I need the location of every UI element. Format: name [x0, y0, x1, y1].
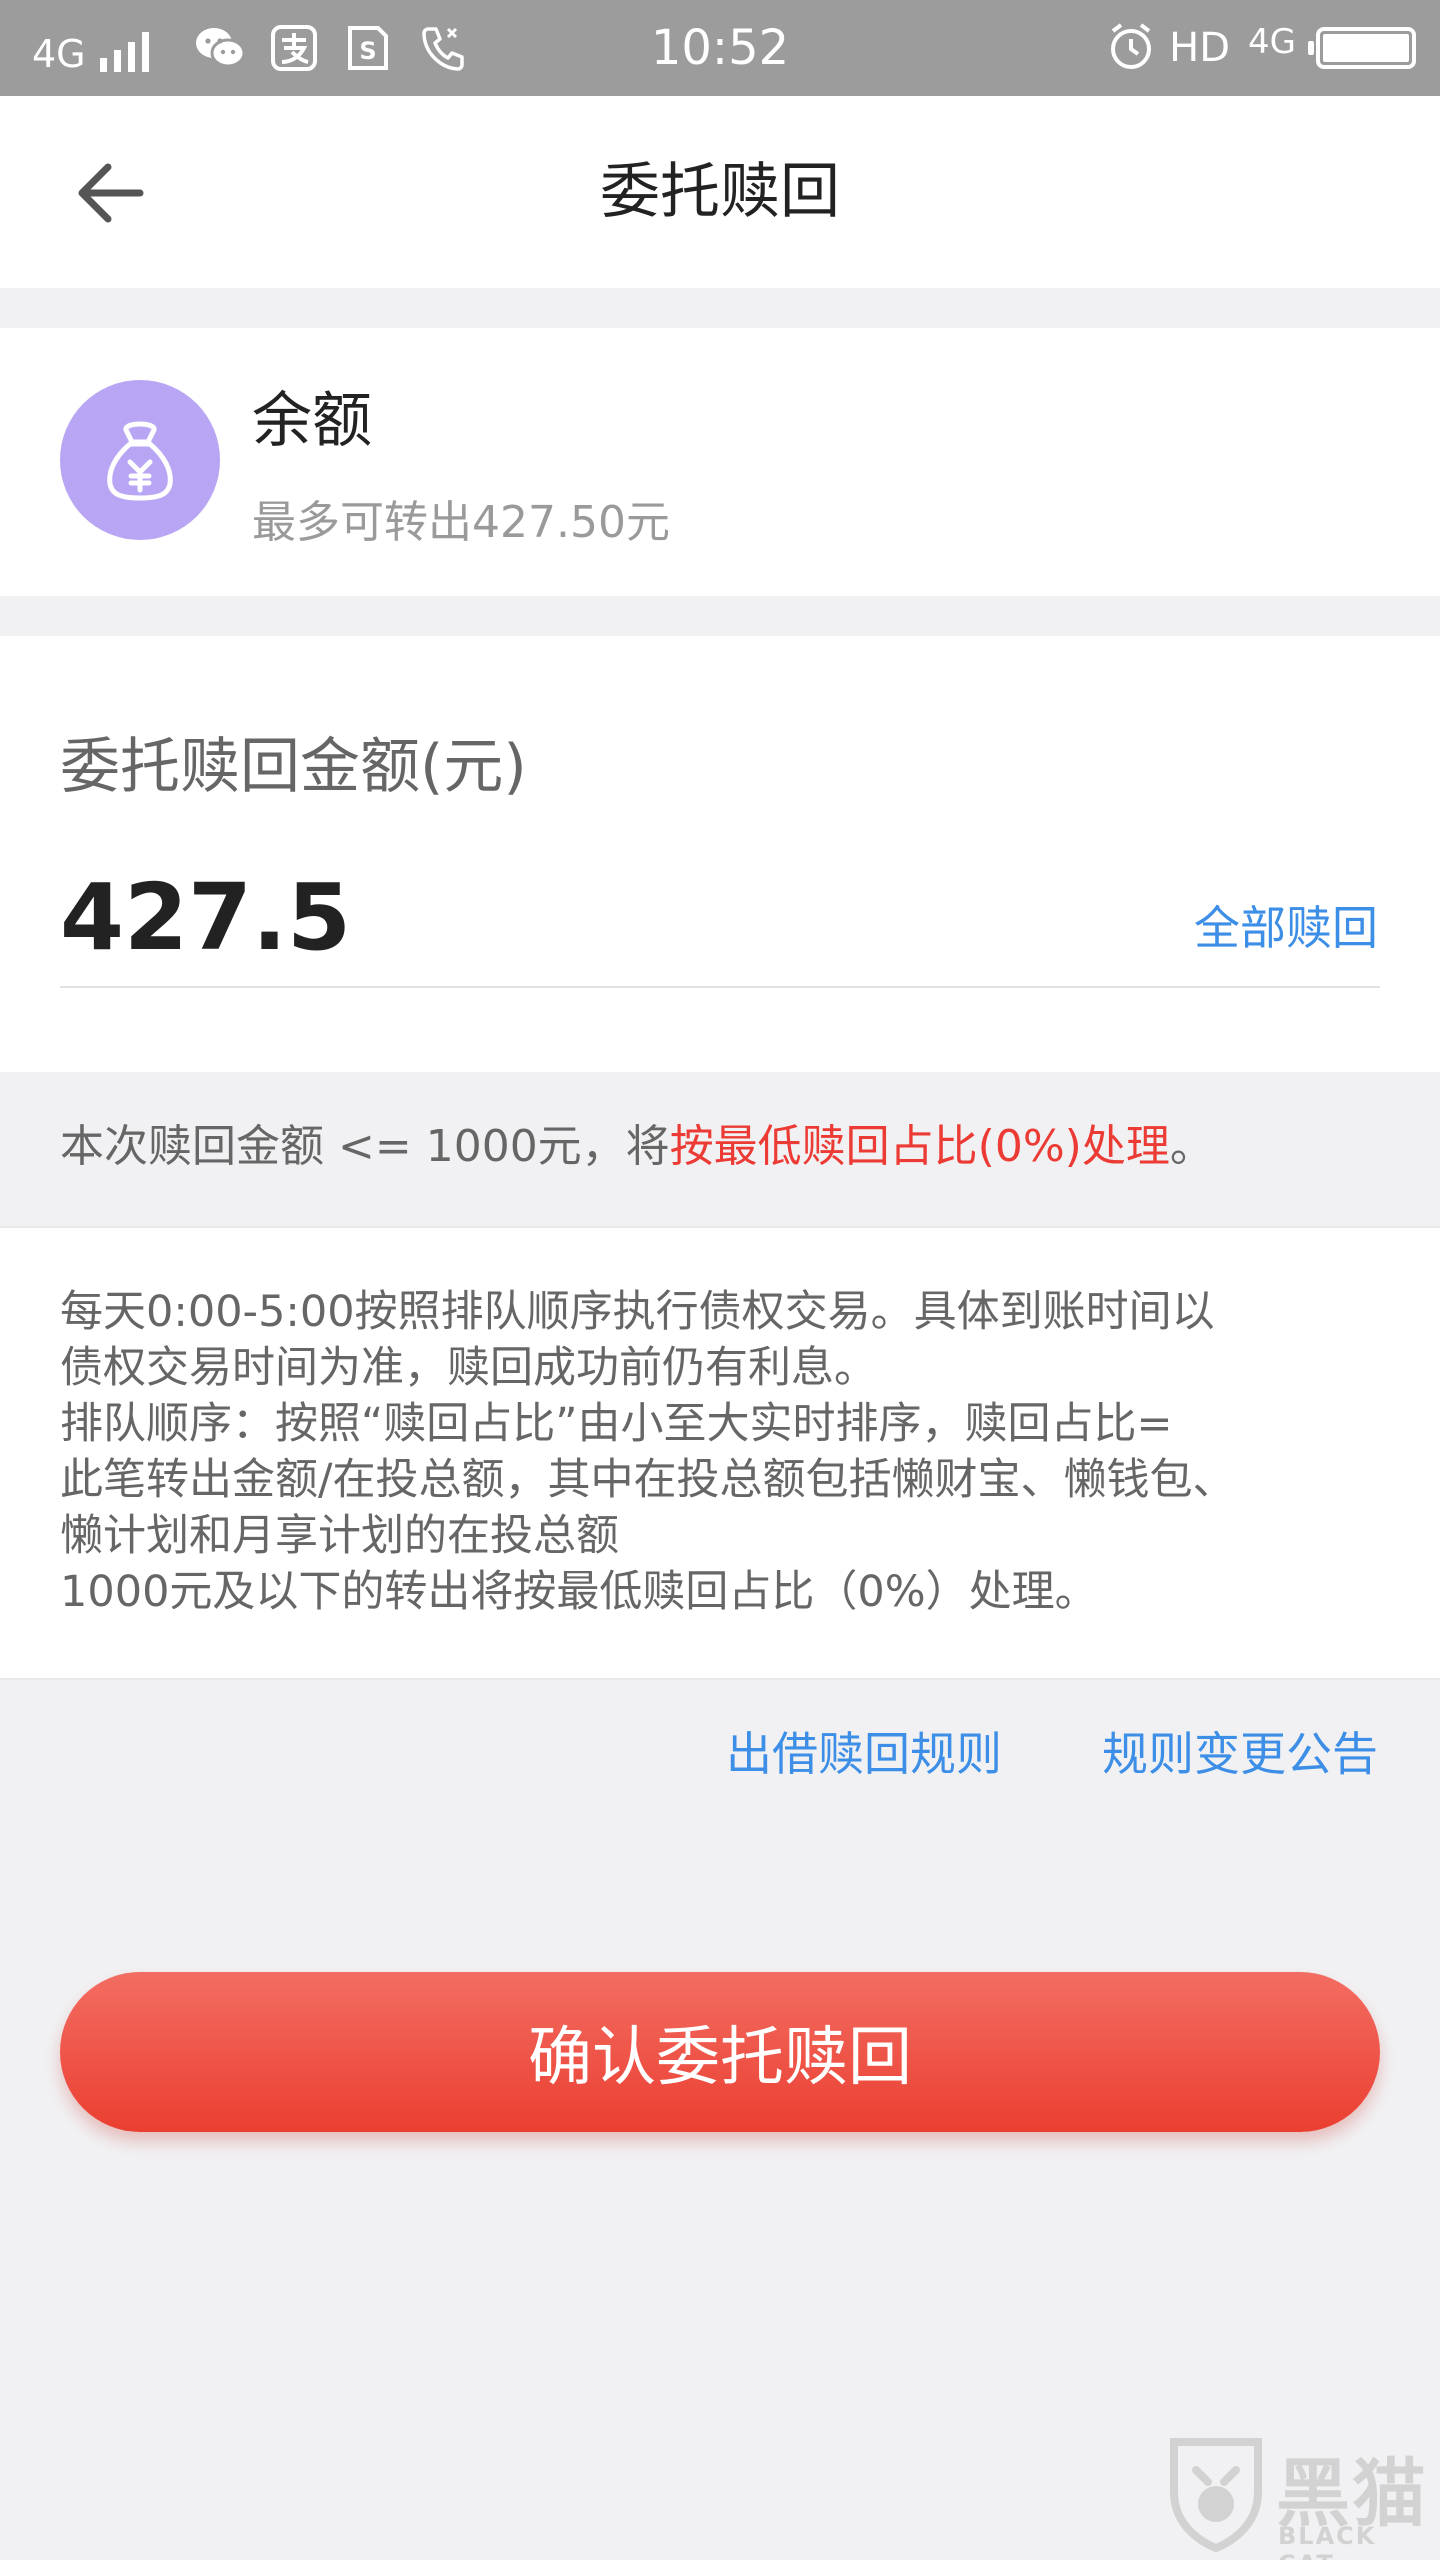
- nav-header: 委托赎回: [0, 96, 1440, 288]
- rules-line: 1000元及以下的转出将按最低赎回占比（0%）处理。: [60, 1567, 1098, 1617]
- rule-change-notice-link[interactable]: 规则变更公告: [1102, 1718, 1378, 1784]
- black-cat-logo-icon: [1170, 2438, 1262, 2552]
- rules-line: 懒计划和月享计划的在投总额: [60, 1511, 619, 1561]
- lending-rules-link[interactable]: 出借赎回规则: [726, 1718, 1002, 1784]
- network-type-right: 4G: [1248, 22, 1296, 62]
- amount-label: 委托赎回金额(元): [60, 732, 527, 802]
- balance-card[interactable]: 余额 最多可转出427.50元: [0, 328, 1440, 596]
- rules-line: 每天0:00-5:00按照排队顺序执行债权交易。具体到账时间以: [60, 1287, 1215, 1337]
- money-bag-icon: [60, 380, 220, 540]
- notice-suffix: 。: [1169, 1121, 1214, 1172]
- hd-indicator: HD: [1169, 25, 1231, 71]
- alarm-icon: [1107, 21, 1155, 75]
- redeem-notice: 本次赎回金额 <= 1000元，将按最低赎回占比(0%)处理。: [60, 1110, 1214, 1174]
- watermark-subtitle: BLACK CAT: [1278, 2522, 1377, 2560]
- balance-title: 余额: [252, 386, 372, 456]
- rules-line: 债权交易时间为准，赎回成功前仍有利息。: [60, 1343, 877, 1393]
- rules-text: 每天0:00-5:00按照排队顺序执行债权交易。具体到账时间以 债权交易时间为准…: [60, 1284, 1390, 1620]
- amount-card: 委托赎回金额(元) 全部赎回: [0, 636, 1440, 1072]
- status-right: HD 4G: [1107, 0, 1416, 96]
- black-cat-watermark: 黑猫 BLACK CAT: [1164, 2434, 1434, 2560]
- page-title: 委托赎回: [600, 157, 840, 227]
- notice-highlight: 按最低赎回占比(0%)处理: [669, 1121, 1170, 1172]
- battery-icon: [1308, 27, 1416, 69]
- rules-line: 排队顺序：按照“赎回占比”由小至大实时排序，赎回占比=: [60, 1399, 1173, 1449]
- status-bar: 4G S 10:52 HD 4G: [0, 0, 1440, 96]
- notice-prefix: 本次赎回金额 <= 1000元，将: [60, 1121, 670, 1172]
- rules-line: 此笔转出金额/在投总额，其中在投总额包括懒财宝、懒钱包、: [60, 1455, 1236, 1505]
- amount-divider: [60, 986, 1380, 988]
- balance-available: 最多可转出427.50元: [252, 497, 670, 548]
- redeem-all-link[interactable]: 全部赎回: [1194, 892, 1378, 958]
- confirm-redeem-button[interactable]: 确认委托赎回: [60, 1972, 1380, 2132]
- amount-input[interactable]: [60, 858, 960, 978]
- rules-card: 每天0:00-5:00按照排队顺序执行债权交易。具体到账时间以 债权交易时间为准…: [0, 1226, 1440, 1680]
